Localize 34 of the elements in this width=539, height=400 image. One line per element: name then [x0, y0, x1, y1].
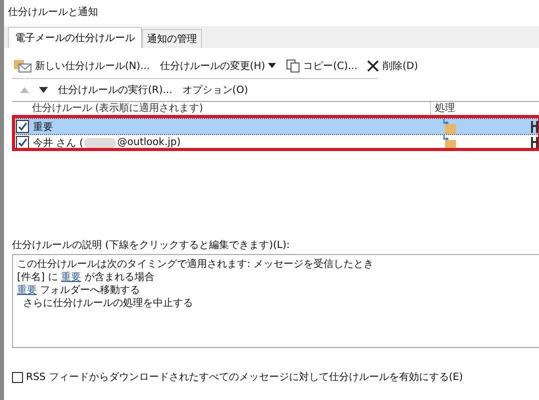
tab[interactable]: 通知の管理 [142, 29, 202, 48]
move-down-button[interactable] [37, 85, 50, 95]
description-line: [件名] に 重要 が含まれる場合 [17, 271, 156, 284]
rule-name: 今井 さん ( [33, 136, 84, 150]
redacted-mark [84, 138, 116, 148]
change-rule-button[interactable]: 仕分けルールの変更(H) [158, 59, 278, 73]
column-header[interactable]: 仕分けルール (表示順に適用されます) [12, 102, 431, 115]
column-header[interactable]: 処理 [431, 102, 455, 115]
caret-icon [268, 63, 276, 69]
delete-button[interactable]: 削除(D) [365, 59, 420, 73]
rule-row[interactable]: 今井 さん ( @outlook.jp) [14, 135, 539, 150]
description-label: 仕分けルールの説明 (下線をクリックすると編集できます)(L): [12, 238, 291, 253]
description-line: 重要 フォルダーへ移動する [17, 284, 142, 297]
link[interactable]: 重要 [61, 272, 82, 283]
link[interactable]: 重要 [17, 285, 37, 296]
checkbox[interactable] [16, 120, 29, 133]
description-line: この仕分けルールは次のタイミングで適用されます: メッセージを受信したとき [17, 258, 375, 271]
new-rule-button[interactable]: 新しい仕分けルール(N)... [12, 59, 152, 73]
move-to-folder-icon [443, 118, 457, 134]
rule-row[interactable]: 重要 [14, 118, 539, 135]
copy-button[interactable]: コピー(C)... [284, 59, 360, 73]
window-title: 仕分けルールと通知 [7, 6, 99, 20]
envelope-folder-icon [14, 59, 32, 73]
options-button[interactable]: オプション(O) [180, 83, 250, 97]
rule-name: 重要 [33, 120, 53, 134]
rule-email: @outlook.jp) [117, 137, 181, 148]
copy-icon [286, 59, 300, 73]
run-rules-button[interactable]: 仕分けルールの実行(R)... [56, 83, 174, 97]
rss-checkbox[interactable]: RSS フィードからダウンロードされたすべてのメッセージに対して仕分けルールを有効にする(E) [12, 370, 463, 384]
description-line: さらに仕分けルールの処理を中止する [22, 297, 194, 310]
tab[interactable]: 電子メールの仕分けルール [8, 27, 142, 48]
move-to-folder-icon [443, 134, 457, 150]
close-icon [367, 60, 380, 72]
checkbox[interactable] [16, 136, 29, 149]
